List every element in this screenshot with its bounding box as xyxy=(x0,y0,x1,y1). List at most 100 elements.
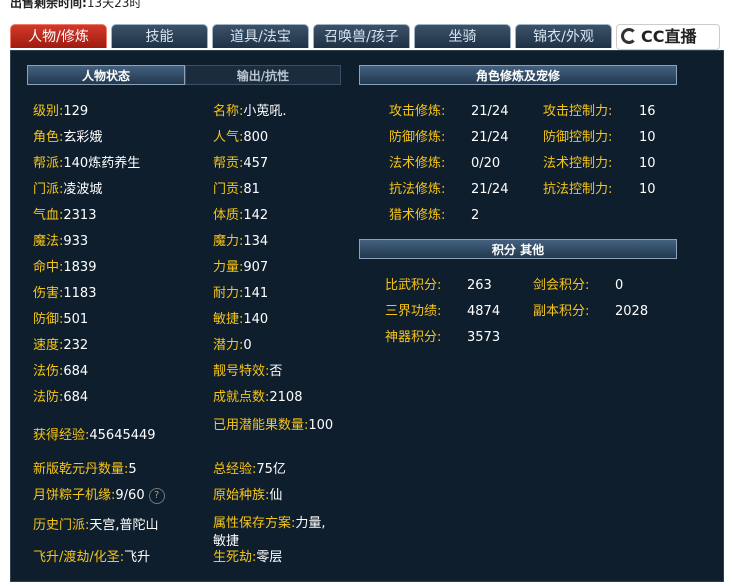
mid-stat-2: 帮贡:457 xyxy=(213,155,268,173)
left-stat-16-label: 飞升/渡劫/化圣: xyxy=(33,550,125,565)
left-stat-8: 防御:501 xyxy=(33,311,88,329)
left-stat-14-label: 月饼粽子机缘: xyxy=(33,488,116,503)
left-stat-3-value: 凌波城 xyxy=(63,182,103,197)
points-0-value: 263 xyxy=(467,278,492,293)
control-power-0-value: 16 xyxy=(639,104,656,119)
control-power-1-value: 10 xyxy=(639,130,656,145)
mid-stat-11: 成就点数:2108 xyxy=(213,389,302,407)
tab-mounts[interactable]: 坐骑 xyxy=(414,24,511,48)
left-stat-14-value: 9/60 xyxy=(115,488,145,503)
cultivation-3-label: 抗法修炼: xyxy=(389,182,446,197)
tab-character[interactable]: 人物/修炼 xyxy=(10,24,107,48)
control-power-2: 法术控制力: 10 xyxy=(543,155,656,173)
left-stat-12-label: 获得经验: xyxy=(33,428,90,443)
mid-stat-8: 敏捷:140 xyxy=(213,311,268,329)
mid-stat-5: 魔力:134 xyxy=(213,233,268,251)
points-right-0-value: 0 xyxy=(615,278,624,293)
left-stat-6: 命中:1839 xyxy=(33,259,96,277)
left-stat-5: 魔法:933 xyxy=(33,233,88,251)
points-1: 三界功绩: 4874 xyxy=(385,303,500,321)
points-right-1-label: 副本积分: xyxy=(533,304,590,319)
mid-stat-1-label: 人气: xyxy=(213,130,244,145)
cultivation-4-label: 猎术修炼: xyxy=(389,208,446,223)
tab-skills[interactable]: 技能 xyxy=(111,24,208,48)
mid-stat-8-label: 敏捷: xyxy=(213,312,244,327)
mid-stat-1-value: 800 xyxy=(243,130,269,145)
left-stat-14: 月饼粽子机缘:9/60? xyxy=(33,487,165,505)
cultivation-1: 防御修炼: 21/24 xyxy=(389,129,508,147)
sale-time-label: 出售剩余时间: xyxy=(10,0,87,10)
left-stat-7-label: 伤害: xyxy=(33,286,64,301)
control-power-3: 抗法控制力: 10 xyxy=(543,181,656,199)
control-power-0: 攻击控制力: 16 xyxy=(543,103,656,121)
mid-stat-9: 潜力:0 xyxy=(213,337,252,355)
header-character-status[interactable]: 人物状态 xyxy=(27,65,185,85)
left-stat-1-value: 玄彩娥 xyxy=(63,130,103,145)
mid-stat-7: 耐力:141 xyxy=(213,285,268,303)
left-stat-16-value: 飞升 xyxy=(124,550,151,565)
sale-time-value: 13天23时 xyxy=(86,0,142,10)
control-power-1: 防御控制力: 10 xyxy=(543,129,656,147)
left-stat-3: 门派:凌波城 xyxy=(33,181,102,199)
points-right-0: 剑会积分: 0 xyxy=(533,277,623,295)
mid-stat-11-value: 2108 xyxy=(269,390,303,405)
mid-stat-12-value: 100 xyxy=(308,418,334,433)
left-stat-0-value: 129 xyxy=(63,104,89,119)
help-icon[interactable]: ? xyxy=(148,487,165,504)
mid-stat-7-label: 耐力: xyxy=(213,286,244,301)
cultivation-1-value: 21/24 xyxy=(471,130,509,145)
cultivation-0-label: 攻击修炼: xyxy=(389,104,446,119)
header-output-resistance[interactable]: 输出/抗性 xyxy=(185,65,341,85)
left-stat-5-label: 魔法: xyxy=(33,234,64,249)
control-power-1-label: 防御控制力: xyxy=(543,130,613,145)
tab-outfits[interactable]: 锦衣/外观 xyxy=(515,24,612,48)
left-stat-12: 获得经验:45645449 xyxy=(33,427,156,445)
left-stat-7: 伤害:1183 xyxy=(33,285,96,303)
mid-stat-8-value: 140 xyxy=(243,312,269,327)
mid-stat-9-label: 潜力: xyxy=(213,338,244,353)
mid-stat-11-label: 成就点数: xyxy=(213,390,270,405)
left-stat-4-label: 气血: xyxy=(33,208,64,223)
cultivation-3-value: 21/24 xyxy=(471,182,509,197)
left-stat-1-label: 角色: xyxy=(33,130,64,145)
mid-stat-10-value: 否 xyxy=(269,364,283,379)
cultivation-0-value: 21/24 xyxy=(471,104,509,119)
mid-stat-7-value: 141 xyxy=(243,286,269,301)
tab-items[interactable]: 道具/法宝 xyxy=(212,24,309,48)
mid-stat-10-label: 靓号特效: xyxy=(213,364,270,379)
left-stat-13-value: 5 xyxy=(128,462,137,477)
left-stat-1: 角色:玄彩娥 xyxy=(33,129,102,147)
mid-stat-6-label: 力量: xyxy=(213,260,244,275)
left-stat-13-label: 新版乾元丹数量: xyxy=(33,462,129,477)
mid-stat-13-label: 总经验: xyxy=(213,462,257,477)
left-stat-8-value: 501 xyxy=(63,312,89,327)
cultivation-1-label: 防御修炼: xyxy=(389,130,446,145)
mid-stat-13: 总经验:75亿 xyxy=(213,461,286,479)
mid-stat-0: 名称:小莵吼. xyxy=(213,103,287,121)
header-points-other: 积分 其他 xyxy=(359,239,677,259)
left-stat-10-label: 法伤: xyxy=(33,364,64,379)
mid-stat-16-value: 零层 xyxy=(256,550,283,565)
points-1-value: 4874 xyxy=(467,304,501,319)
left-stat-9-label: 速度: xyxy=(33,338,64,353)
points-2-value: 3573 xyxy=(467,330,501,345)
points-0: 比武积分: 263 xyxy=(385,277,492,295)
left-stat-3-label: 门派: xyxy=(33,182,64,197)
left-stat-15-label: 历史门派: xyxy=(33,518,90,533)
tab-pets[interactable]: 召唤兽/孩子 xyxy=(313,24,410,48)
mid-stat-12-label: 已用潜能果数量: xyxy=(213,418,309,433)
cultivation-3: 抗法修炼: 21/24 xyxy=(389,181,508,199)
cultivation-2: 法术修炼: 0/20 xyxy=(389,155,500,173)
left-stat-9: 速度:232 xyxy=(33,337,88,355)
cultivation-2-label: 法术修炼: xyxy=(389,156,446,171)
mid-stat-6-value: 907 xyxy=(243,260,269,275)
cultivation-0: 攻击修炼: 21/24 xyxy=(389,103,508,121)
left-stat-0: 级别:129 xyxy=(33,103,88,121)
points-2-label: 神器积分: xyxy=(385,330,442,345)
mid-stat-15-label: 属性保存方案: xyxy=(213,516,296,531)
mid-stat-14: 原始种族:仙 xyxy=(213,487,282,505)
left-stat-16: 飞升/渡劫/化圣:飞升 xyxy=(33,549,150,567)
left-stat-6-value: 1839 xyxy=(63,260,97,275)
left-stat-8-label: 防御: xyxy=(33,312,64,327)
left-stat-0-label: 级别: xyxy=(33,104,64,119)
